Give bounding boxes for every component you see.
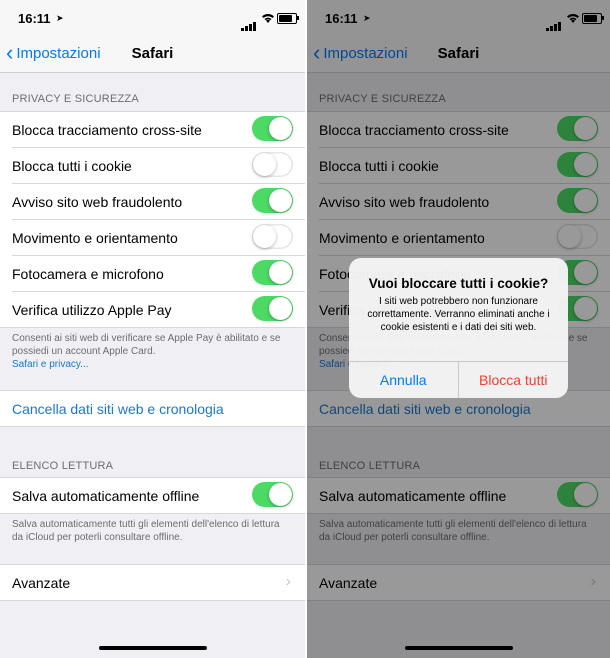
row-camera-microphone: Fotocamera e microfono	[12, 256, 305, 292]
row-label: Blocca tracciamento cross-site	[12, 122, 202, 138]
cancel-button[interactable]: Annulla	[349, 362, 459, 398]
status-time: 16:11	[18, 11, 51, 26]
page-title: Safari	[131, 45, 174, 62]
toggle-motion-orientation[interactable]	[252, 224, 293, 249]
row-label: Fotocamera e microfono	[12, 266, 164, 282]
clear-data-group: Cancella dati siti web e cronologia	[0, 390, 305, 427]
row-apple-pay-check: Verifica utilizzo Apple Pay	[12, 292, 305, 327]
row-label: Movimento e orientamento	[12, 230, 178, 246]
battery-icon	[277, 13, 299, 24]
alert-buttons: Annulla Blocca tutti	[349, 361, 568, 398]
alert-message: I siti web potrebbero non funzionare cor…	[367, 296, 550, 333]
row-label: Salva automaticamente offline	[12, 488, 200, 504]
block-cookies-alert: Vuoi bloccare tutti i cookie? I siti web…	[349, 258, 568, 398]
row-save-offline: Salva automaticamente offline	[12, 478, 305, 513]
reading-list-footer: Salva automaticamente tutti gli elementi…	[12, 519, 280, 543]
clear-history-label: Cancella dati siti web e cronologia	[12, 401, 224, 417]
toggle-cross-site-tracking[interactable]	[252, 116, 293, 141]
section-header-reading-list: ELENCO LETTURA	[12, 460, 114, 472]
row-label: Blocca tutti i cookie	[12, 158, 132, 174]
toggle-fraud-warning[interactable]	[252, 188, 293, 213]
row-block-all-cookies: Blocca tutti i cookie	[12, 148, 305, 184]
chevron-right-icon: ›	[285, 573, 291, 590]
advanced-group: Avanzate ›	[0, 564, 305, 601]
section-header-privacy: PRIVACY E SICUREZZA	[12, 93, 139, 105]
settings-screen-left: 16:11 ➤ ‹ Impostazioni Safari PRIVACY E S…	[0, 0, 305, 658]
clear-history-button[interactable]: Cancella dati siti web e cronologia	[12, 391, 305, 426]
cellular-signal-icon	[241, 13, 257, 31]
row-motion-orientation: Movimento e orientamento	[12, 220, 305, 256]
privacy-footer: Consenti ai siti web di verificare se Ap…	[12, 332, 293, 371]
advanced-row[interactable]: Avanzate ›	[12, 565, 305, 600]
nav-bar: ‹ Impostazioni Safari	[0, 36, 305, 73]
status-bar: 16:11 ➤	[0, 0, 305, 36]
home-indicator[interactable]	[98, 646, 207, 650]
privacy-group: Blocca tracciamento cross-site Blocca tu…	[0, 111, 305, 328]
toggle-apple-pay-check[interactable]	[252, 296, 293, 321]
settings-screen-right: 16:11 ➤ ‹ Impostazioni Safari PRIVACY E S…	[307, 0, 610, 658]
toggle-camera-microphone[interactable]	[252, 260, 293, 285]
wifi-icon	[262, 14, 274, 23]
screen-divider	[305, 0, 307, 658]
toggle-block-all-cookies[interactable]	[252, 152, 293, 177]
row-cross-site-tracking: Blocca tracciamento cross-site	[12, 112, 305, 148]
row-label: Verifica utilizzo Apple Pay	[12, 302, 172, 318]
alert-title: Vuoi bloccare tutti i cookie?	[368, 276, 549, 291]
block-all-button[interactable]: Blocca tutti	[459, 362, 569, 398]
location-arrow-icon: ➤	[56, 13, 64, 23]
privacy-footer-text: Consenti ai siti web di verificare se Ap…	[12, 333, 281, 357]
safari-privacy-link[interactable]: Safari e privacy...	[12, 359, 89, 370]
row-fraud-warning: Avviso sito web fraudolento	[12, 184, 305, 220]
advanced-label: Avanzate	[12, 575, 71, 591]
reading-list-group: Salva automaticamente offline	[0, 477, 305, 514]
toggle-save-offline[interactable]	[252, 482, 293, 507]
home-indicator[interactable]	[404, 646, 513, 650]
row-label: Avviso sito web fraudolento	[12, 194, 183, 210]
